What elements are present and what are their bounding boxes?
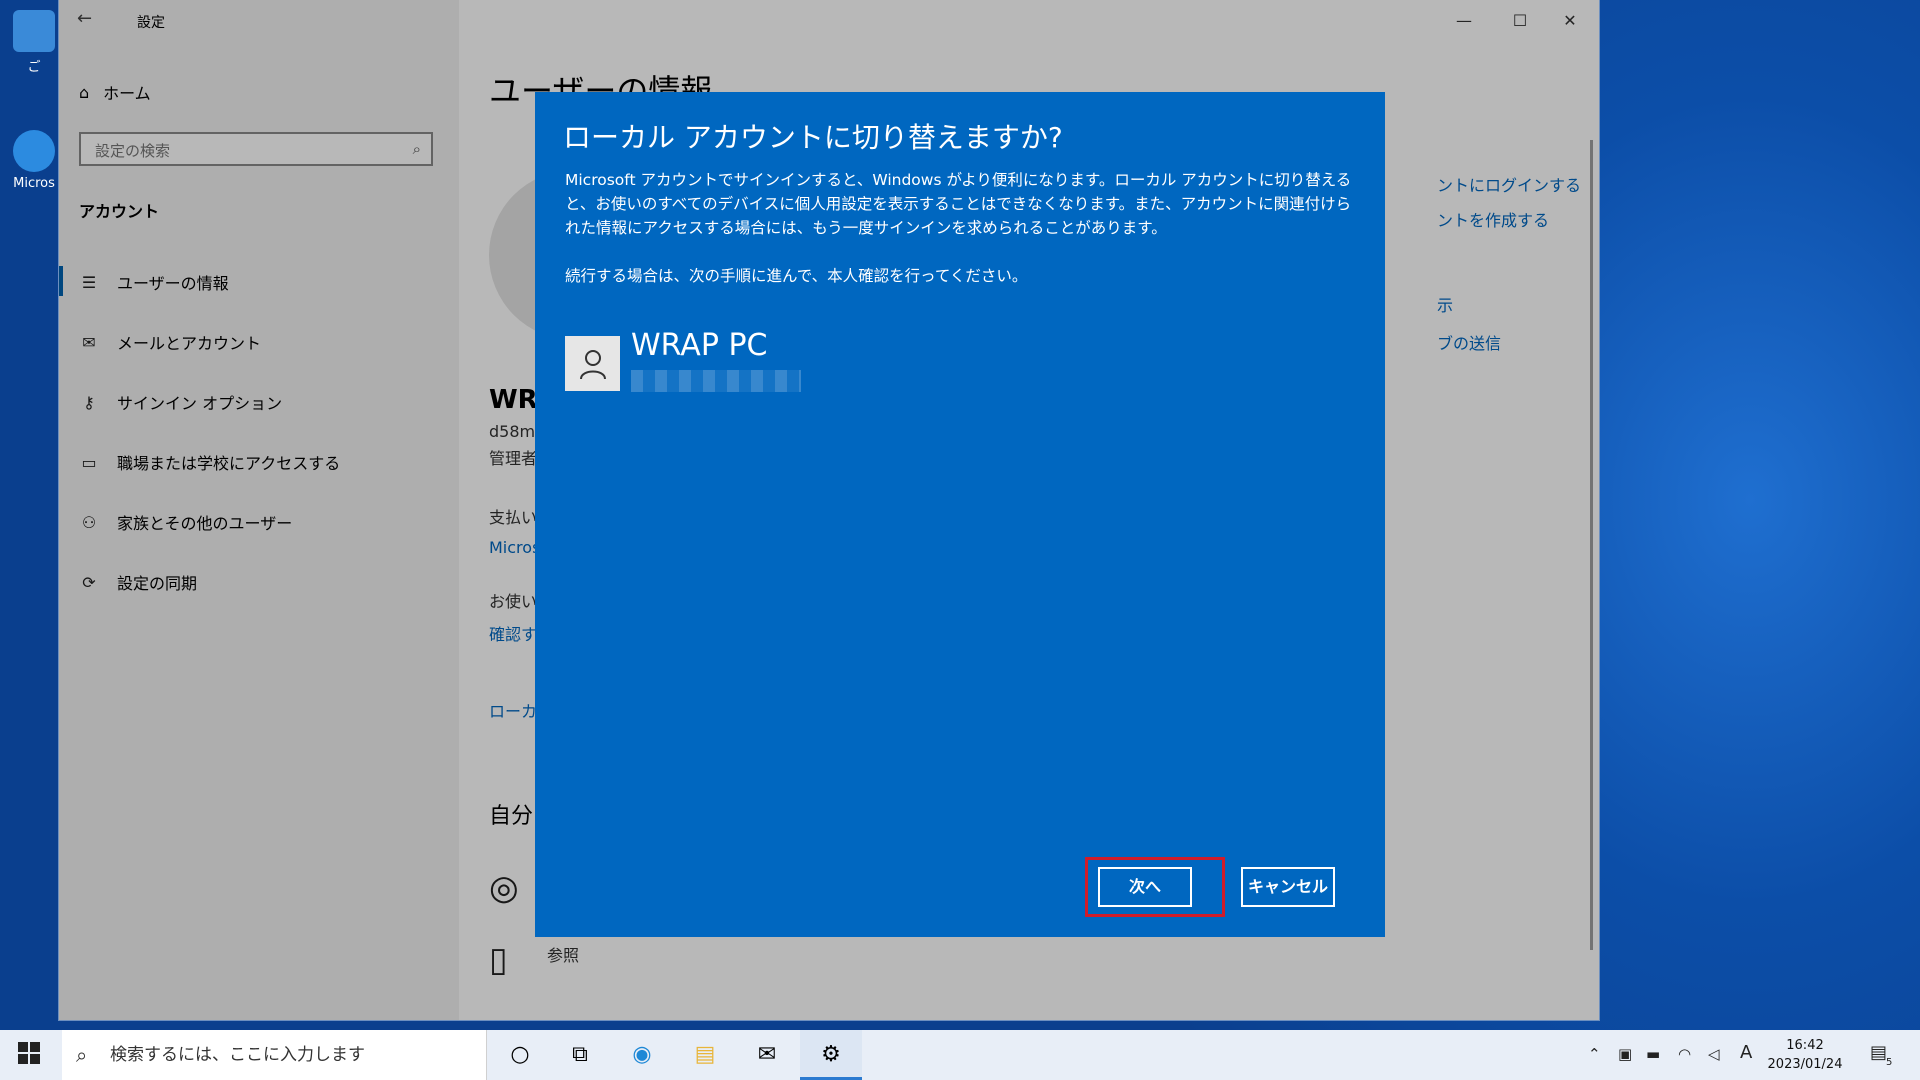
desktop-recycle-bin[interactable]: ご [8,10,60,75]
gear-icon: ⚙ [821,1042,841,1067]
mail-app-icon[interactable]: ✉ [752,1040,782,1070]
meet-now-icon[interactable]: ▣ [1618,1045,1632,1063]
dialog-body: Microsoft アカウントでサインインすると、Windows がより便利にな… [565,171,1352,237]
file-explorer-icon[interactable]: ▤ [690,1040,720,1070]
shortcut-icon [13,130,55,172]
task-view-icon[interactable]: ⧉ [565,1040,595,1070]
cortana-icon[interactable]: ○ [505,1040,535,1070]
cancel-button[interactable]: キャンセル [1241,867,1335,907]
desktop-microsoft-shortcut[interactable]: Micros [8,130,60,191]
recycle-bin-icon [13,10,55,52]
account-name: WRAP PC [631,328,768,363]
taskbar-search-input[interactable]: ⌕ 検索するには、ここに入力します [62,1030,487,1080]
person-icon [579,349,606,379]
clock-time: 16:42 [1786,1038,1824,1053]
clock[interactable]: 16:42 2023/01/24 [1764,1036,1846,1074]
search-icon: ⌕ [76,1043,88,1067]
notification-center-icon[interactable]: ▤ [1870,1042,1887,1063]
notification-badge: 5 [1886,1057,1893,1068]
taskbar: ⌕ 検索するには、ここに入力します ○ ⧉ ◉ ▤ ✉ ⚙ ⌃ ▣ ▬ ◠ ◁ … [0,1030,1920,1080]
battery-icon[interactable]: ▬ [1646,1045,1660,1063]
chevron-up-icon[interactable]: ⌃ [1588,1045,1601,1063]
dialog-title: ローカル アカウントに切り替えますか? [563,121,1063,154]
dialog-instruction: 続行する場合は、次の手順に進んで、本人確認を行ってください。 [565,267,1028,285]
desktop-icon-label: Micros [13,176,55,191]
speaker-muted-icon[interactable]: ◁ [1708,1045,1720,1063]
account-avatar-icon [565,336,620,391]
settings-taskbar-item[interactable]: ⚙ [800,1030,862,1080]
edge-icon[interactable]: ◉ [627,1040,657,1070]
clock-date: 2023/01/24 [1767,1057,1843,1072]
desktop-icon-label: ご [27,60,41,75]
switch-local-account-dialog: ローカル アカウントに切り替えますか? Microsoft アカウントでサインイ… [535,92,1385,937]
account-email-redacted [631,370,801,392]
next-button-highlight [1085,857,1225,917]
taskbar-search-placeholder: 検索するには、ここに入力します [110,1045,365,1065]
windows-start-icon[interactable] [18,1042,40,1064]
wifi-icon[interactable]: ◠ [1678,1045,1691,1063]
ime-indicator[interactable]: A [1740,1042,1752,1063]
